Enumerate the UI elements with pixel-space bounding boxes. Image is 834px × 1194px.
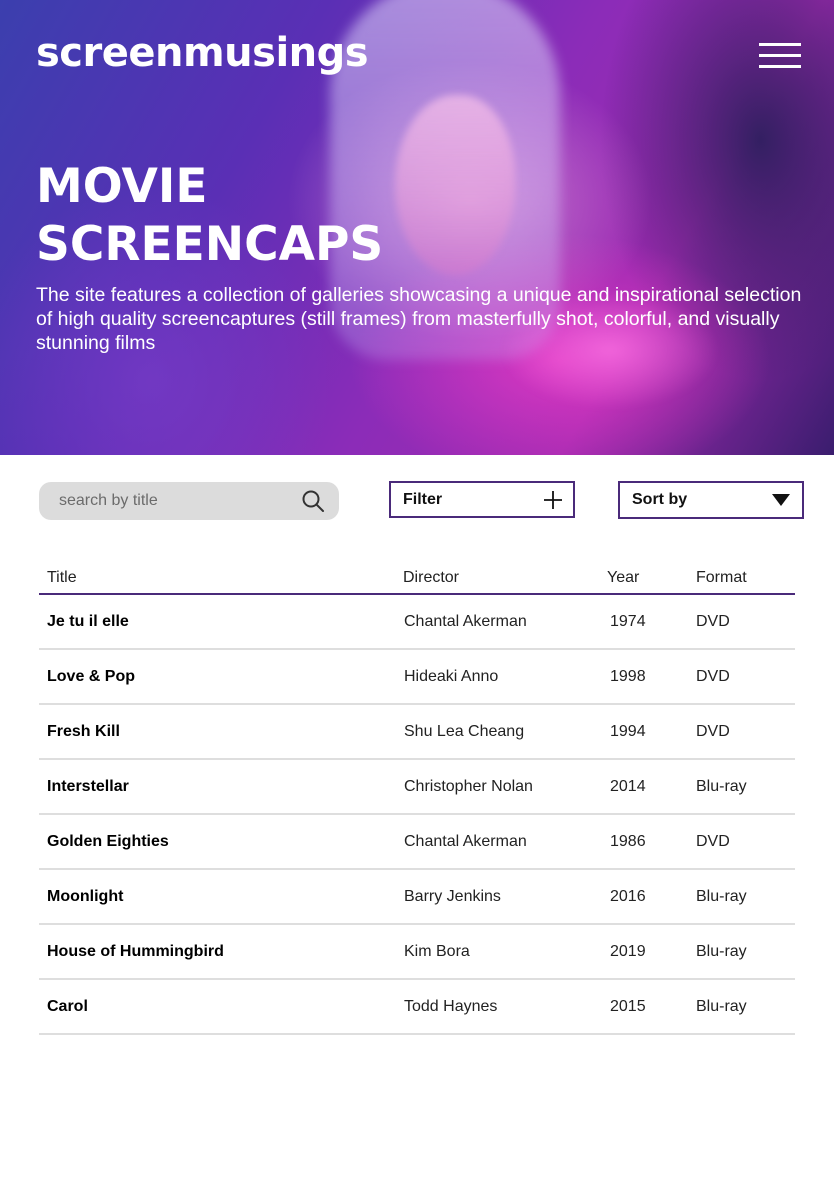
filter-label: Filter xyxy=(403,490,443,508)
table-header: Title Director Year Format xyxy=(39,562,795,595)
column-header-year[interactable]: Year xyxy=(602,569,692,587)
movie-format: Blu-ray xyxy=(696,942,747,960)
movie-year: 2015 xyxy=(610,997,646,1015)
table-row[interactable]: Carol Todd Haynes 2015 Blu-ray xyxy=(39,980,795,1035)
movie-director: Kim Bora xyxy=(404,942,470,960)
movie-director: Todd Haynes xyxy=(404,997,498,1015)
hero-banner: screenmusings MOVIE SCREENCAPS The site … xyxy=(0,0,834,455)
movie-title[interactable]: Carol xyxy=(39,998,396,1016)
movie-director: Barry Jenkins xyxy=(404,887,501,905)
movie-year: 1974 xyxy=(610,612,646,630)
movie-title[interactable]: Moonlight xyxy=(39,888,396,906)
table-row[interactable]: Golden Eighties Chantal Akerman 1986 DVD xyxy=(39,815,795,870)
movie-director: Shu Lea Cheang xyxy=(404,722,525,740)
sort-dropdown[interactable]: Sort by xyxy=(618,481,804,519)
column-header-title[interactable]: Title xyxy=(39,569,396,587)
table-row[interactable]: Je tu il elle Chantal Akerman 1974 DVD xyxy=(39,595,795,650)
movie-title[interactable]: Fresh Kill xyxy=(39,723,396,741)
page-title: MOVIE SCREENCAPS xyxy=(36,159,384,272)
movie-title[interactable]: Je tu il elle xyxy=(39,613,396,631)
movie-format: DVD xyxy=(696,832,730,850)
movie-year: 1998 xyxy=(610,667,646,685)
movie-title[interactable]: Golden Eighties xyxy=(39,833,396,851)
search-input[interactable] xyxy=(59,492,301,510)
movie-director: Hideaki Anno xyxy=(404,667,499,685)
movie-format: Blu-ray xyxy=(696,997,747,1015)
movie-director: Chantal Akerman xyxy=(404,832,527,850)
hamburger-menu-icon[interactable] xyxy=(759,43,801,69)
movie-title[interactable]: Love & Pop xyxy=(39,668,396,686)
site-logo[interactable]: screenmusings xyxy=(36,30,369,76)
table-row[interactable]: Interstellar Christopher Nolan 2014 Blu-… xyxy=(39,760,795,815)
caret-down-icon xyxy=(772,494,790,506)
table-row[interactable]: Fresh Kill Shu Lea Cheang 1994 DVD xyxy=(39,705,795,760)
movie-year: 2014 xyxy=(610,777,646,795)
movie-format: Blu-ray xyxy=(696,777,747,795)
movie-title[interactable]: Interstellar xyxy=(39,778,396,796)
column-header-director[interactable]: Director xyxy=(396,569,602,587)
movie-format: Blu-ray xyxy=(696,887,747,905)
column-header-format[interactable]: Format xyxy=(692,569,795,587)
movies-table: Title Director Year Format Je tu il elle… xyxy=(39,562,795,1035)
movie-year: 1986 xyxy=(610,832,646,850)
movie-director: Chantal Akerman xyxy=(404,612,527,630)
movie-year: 2019 xyxy=(610,942,646,960)
movie-year: 2016 xyxy=(610,887,646,905)
movie-format: DVD xyxy=(696,612,730,630)
search-icon[interactable] xyxy=(301,489,325,513)
movie-format: DVD xyxy=(696,667,730,685)
filter-button[interactable]: Filter xyxy=(389,481,575,518)
table-row[interactable]: Moonlight Barry Jenkins 2016 Blu-ray xyxy=(39,870,795,925)
hero-description: The site features a collection of galler… xyxy=(36,284,802,354)
movie-format: DVD xyxy=(696,722,730,740)
movie-year: 1994 xyxy=(610,722,646,740)
table-row[interactable]: Love & Pop Hideaki Anno 1998 DVD xyxy=(39,650,795,705)
sort-label: Sort by xyxy=(632,491,688,508)
plus-icon xyxy=(544,490,562,509)
search-box xyxy=(39,482,339,520)
movie-title[interactable]: House of Hummingbird xyxy=(39,943,396,961)
movie-director: Christopher Nolan xyxy=(404,777,533,795)
table-row[interactable]: House of Hummingbird Kim Bora 2019 Blu-r… xyxy=(39,925,795,980)
